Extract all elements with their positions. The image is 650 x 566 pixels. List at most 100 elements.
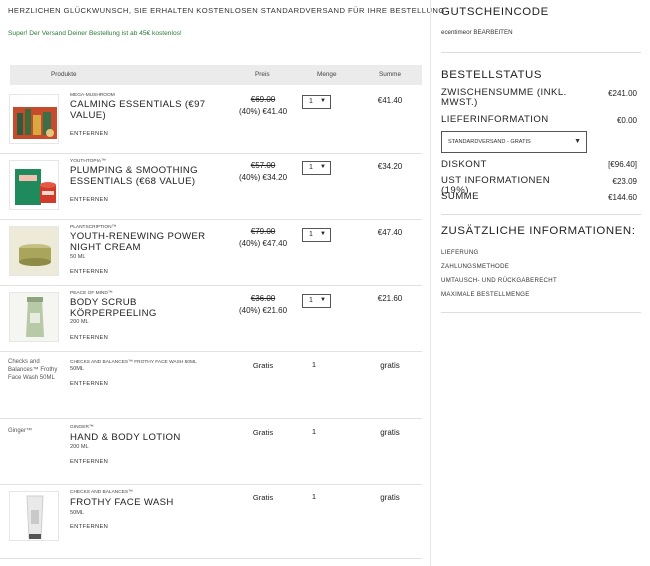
product-image[interactable] [9,160,59,210]
line-total: gratis [380,493,400,502]
header-product: Produkte [51,71,77,78]
product-name[interactable]: HAND & BODY LOTION [70,432,220,443]
line-total: €47.40 [377,228,403,237]
voucher-title: GUTSCHEINCODE [441,6,549,18]
line-total: gratis [380,428,400,437]
product-brand: CHECKS AND BALANCES™ FROTHY FACE WASH 50… [70,360,197,365]
voucher-line: ecentimeor BEARBEITEN [441,29,513,36]
remove-button[interactable]: ENTFERNEN [70,269,108,275]
product-brand: PEACE OF MIND™ [70,291,113,296]
quantity-select[interactable]: 1 ▼ [302,161,331,175]
product-name[interactable]: PLUMPING & SMOOTHING ESSENTIALS (€68 VAL… [70,165,220,187]
quantity-value: 1 [309,164,313,171]
discount-value: [€96.40] [608,160,637,169]
product-size: 200 ML [70,444,89,450]
product-brand: GINGER™ [70,425,94,430]
cart-table-header: Produkte Preis Menge Summe [10,65,422,85]
product-image-icon [15,169,56,205]
original-price: €79.00 [250,227,276,236]
header-qty: Menge [317,71,337,78]
product-name[interactable]: BODY SCRUB KÖRPERPEELING [70,297,190,319]
table-row: CHECKS AND BALANCES™ FROTHY FACE WASH 50… [0,485,422,559]
header-total: Summe [379,71,402,78]
product-size: 50ML [70,510,84,516]
divider [441,214,641,215]
gift-price: Gratis [252,428,274,437]
remove-button[interactable]: ENTFERNEN [70,335,108,341]
table-row: PLANTSCRIPTION™ YOUTH-RENEWING POWER NIG… [0,220,422,286]
info-link-delivery[interactable]: LIEFERUNG [441,249,479,256]
discounted-price: (40%) €47.40 [238,239,288,248]
product-image-alt[interactable]: Checks and Balances™ Frothy Face Wash 50… [8,358,66,382]
product-size: 50ML [70,366,84,372]
table-row: MEGA-MUSHROOM CALMING ESSENTIALS (€97 VA… [0,88,422,154]
free-shipping-banner: HERZLICHEN GLÜCKWUNSCH, SIE ERHALTEN KOS… [8,6,445,15]
product-image[interactable] [9,94,59,144]
product-image[interactable] [9,491,59,541]
chevron-down-icon: ▼ [320,164,326,170]
chevron-down-icon: ▼ [320,231,326,237]
line-total: €34.20 [377,162,403,171]
order-status-title: BESTELLSTATUS [441,69,543,81]
info-link-payment[interactable]: ZAHLUNGSMETHODE [441,263,509,270]
original-price: €57.00 [250,161,276,170]
divider [441,312,641,313]
gift-price: Gratis [252,493,274,502]
free-shipping-note: Super! Der Versand Deiner Bestellung ist… [8,30,182,37]
product-brand: PLANTSCRIPTION™ [70,225,117,230]
product-image-alt[interactable]: Ginger™ [8,427,66,435]
discounted-price: (40%) €21.60 [238,306,288,315]
product-image-icon [10,293,58,341]
table-row: PEACE OF MIND™ BODY SCRUB KÖRPERPEELING … [0,286,422,352]
chevron-down-icon: ▼ [574,138,581,145]
remove-button[interactable]: ENTFERNEN [70,381,108,387]
quantity-select[interactable]: 1 ▼ [302,294,331,308]
additional-info-title: ZUSÄTZLICHE INFORMATIONEN: [441,225,636,237]
remove-button[interactable]: ENTFERNEN [70,459,108,465]
product-name[interactable]: YOUTH-RENEWING POWER NIGHT CREAM [70,231,220,253]
quantity-value: 1 [309,98,313,105]
product-image-icon [13,107,57,139]
shipping-method-select[interactable]: STANDARDVERSAND - GRATIS ▼ [441,131,587,153]
product-brand: MEGA-MUSHROOM [70,93,115,98]
tax-value: €23.09 [612,177,637,186]
subtotal-value: €241.00 [608,89,637,98]
product-size: 50 ML [70,254,86,260]
product-image[interactable] [9,292,59,342]
header-price: Preis [255,71,270,78]
discount-label: DISKONT [441,159,487,170]
quantity-value: 1 [311,360,317,369]
quantity-select[interactable]: 1 ▼ [302,95,331,109]
product-image[interactable] [9,226,59,276]
remove-button[interactable]: ENTFERNEN [70,197,108,203]
quantity-select[interactable]: 1 ▼ [302,228,331,242]
original-price: €69.00 [250,95,276,104]
chevron-down-icon: ▼ [320,98,326,104]
divider [441,52,641,53]
info-link-max-quantity[interactable]: MAXIMALE BESTELLMENGE [441,291,530,298]
chevron-down-icon: ▼ [320,297,326,303]
subtotal-label: ZWISCHENSUMME (INKL. MWST.) [441,87,567,108]
shipping-method-value: STANDARDVERSAND - GRATIS [448,139,531,145]
line-total: €21.60 [377,294,403,303]
shipping-label: LIEFERINFORMATION [441,114,549,125]
voucher-edit-link[interactable]: BEARBEITEN [473,29,512,36]
original-price: €36.00 [250,294,276,303]
discounted-price: (40%) €34.20 [238,173,288,182]
quantity-value: 1 [309,231,313,238]
remove-button[interactable]: ENTFERNEN [70,131,108,137]
remove-button[interactable]: ENTFERNEN [70,524,108,530]
order-total-value: €144.60 [608,193,637,202]
product-name[interactable]: CALMING ESSENTIALS (€97 VALUE) [70,99,220,121]
table-row: Checks and Balances™ Frothy Face Wash 50… [0,352,422,419]
discounted-price: (40%) €41.40 [238,107,288,116]
gift-price: Gratis [252,361,274,370]
product-brand: YOUTHTOPIA™ [70,159,106,164]
product-name[interactable]: FROTHY FACE WASH [70,497,220,508]
product-image-icon [10,492,58,540]
table-row: YOUTHTOPIA™ PLUMPING & SMOOTHING ESSENTI… [0,154,422,220]
info-link-returns[interactable]: UMTAUSCH- UND RÜCKGABERECHT [441,277,557,284]
shipping-value: €0.00 [616,116,637,125]
table-row: Ginger™ GINGER™ HAND & BODY LOTION 200 M… [0,419,422,485]
quantity-value: 1 [311,492,317,501]
